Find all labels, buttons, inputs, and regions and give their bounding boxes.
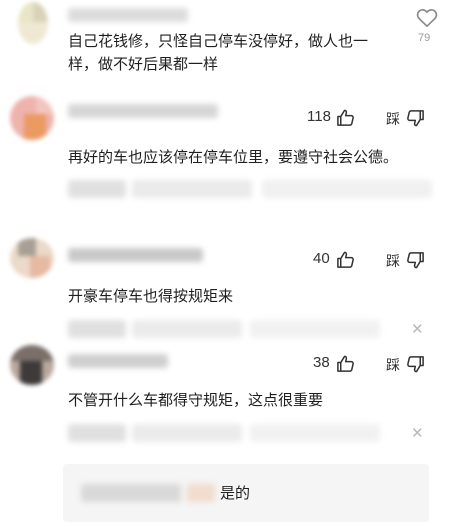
comment-text: 不管开什么车都得守规矩，这点很重要 bbox=[68, 391, 324, 409]
reply-preview bbox=[262, 180, 432, 198]
like-button[interactable]: 79 bbox=[416, 8, 440, 48]
dislike-button[interactable] bbox=[406, 109, 426, 129]
reply-preview bbox=[132, 320, 242, 338]
thumbs-up-icon bbox=[337, 109, 354, 126]
like-button[interactable] bbox=[336, 108, 356, 128]
reply-preview bbox=[250, 424, 380, 442]
comment-text: 自己花钱修，只怪自己停车没停好，做人也一 样，做不好后果都一样 bbox=[68, 32, 369, 73]
avatar[interactable] bbox=[18, 2, 48, 44]
thumbs-down-icon bbox=[407, 110, 424, 127]
heart-outline-icon bbox=[416, 9, 438, 27]
reply-preview[interactable] bbox=[68, 424, 126, 442]
reply-username[interactable] bbox=[81, 484, 181, 502]
reply-preview bbox=[250, 320, 380, 338]
username[interactable] bbox=[68, 354, 168, 368]
reply-preview[interactable] bbox=[68, 320, 126, 338]
dislike-label[interactable]: 踩 bbox=[386, 109, 400, 129]
like-button[interactable] bbox=[336, 250, 356, 270]
thumbs-down-icon bbox=[407, 356, 424, 373]
dislike-button[interactable] bbox=[406, 355, 426, 375]
reply-preview bbox=[132, 180, 252, 198]
thumbs-up-icon bbox=[337, 355, 354, 372]
thumbs-up-icon bbox=[337, 251, 354, 268]
reply-box[interactable]: 是的 bbox=[63, 464, 429, 522]
reply-preview bbox=[132, 424, 242, 442]
avatar[interactable] bbox=[10, 238, 54, 278]
username[interactable] bbox=[68, 248, 203, 262]
like-count: 40 bbox=[313, 250, 330, 267]
username[interactable] bbox=[68, 8, 188, 22]
like-count: 38 bbox=[313, 354, 330, 371]
avatar[interactable] bbox=[10, 345, 54, 385]
close-icon[interactable]: ✕ bbox=[411, 320, 424, 338]
reply-text: 是的 bbox=[220, 484, 251, 502]
username[interactable] bbox=[68, 104, 218, 118]
like-count: 118 bbox=[307, 108, 331, 125]
dislike-label[interactable]: 踩 bbox=[386, 251, 400, 271]
dislike-button[interactable] bbox=[406, 251, 426, 271]
comment-text: 再好的车也应该停在停车位里，要遵守社会公德。 bbox=[68, 148, 399, 166]
like-count: 79 bbox=[418, 32, 431, 44]
thumbs-down-icon bbox=[407, 252, 424, 269]
reply-preview[interactable] bbox=[68, 180, 126, 198]
like-button[interactable] bbox=[336, 354, 356, 374]
dislike-label[interactable]: 踩 bbox=[386, 355, 400, 375]
close-icon[interactable]: ✕ bbox=[411, 424, 424, 442]
comment-text: 开豪车停车也得按规矩来 bbox=[68, 287, 234, 305]
avatar[interactable] bbox=[10, 96, 54, 140]
reply-username bbox=[187, 484, 215, 502]
